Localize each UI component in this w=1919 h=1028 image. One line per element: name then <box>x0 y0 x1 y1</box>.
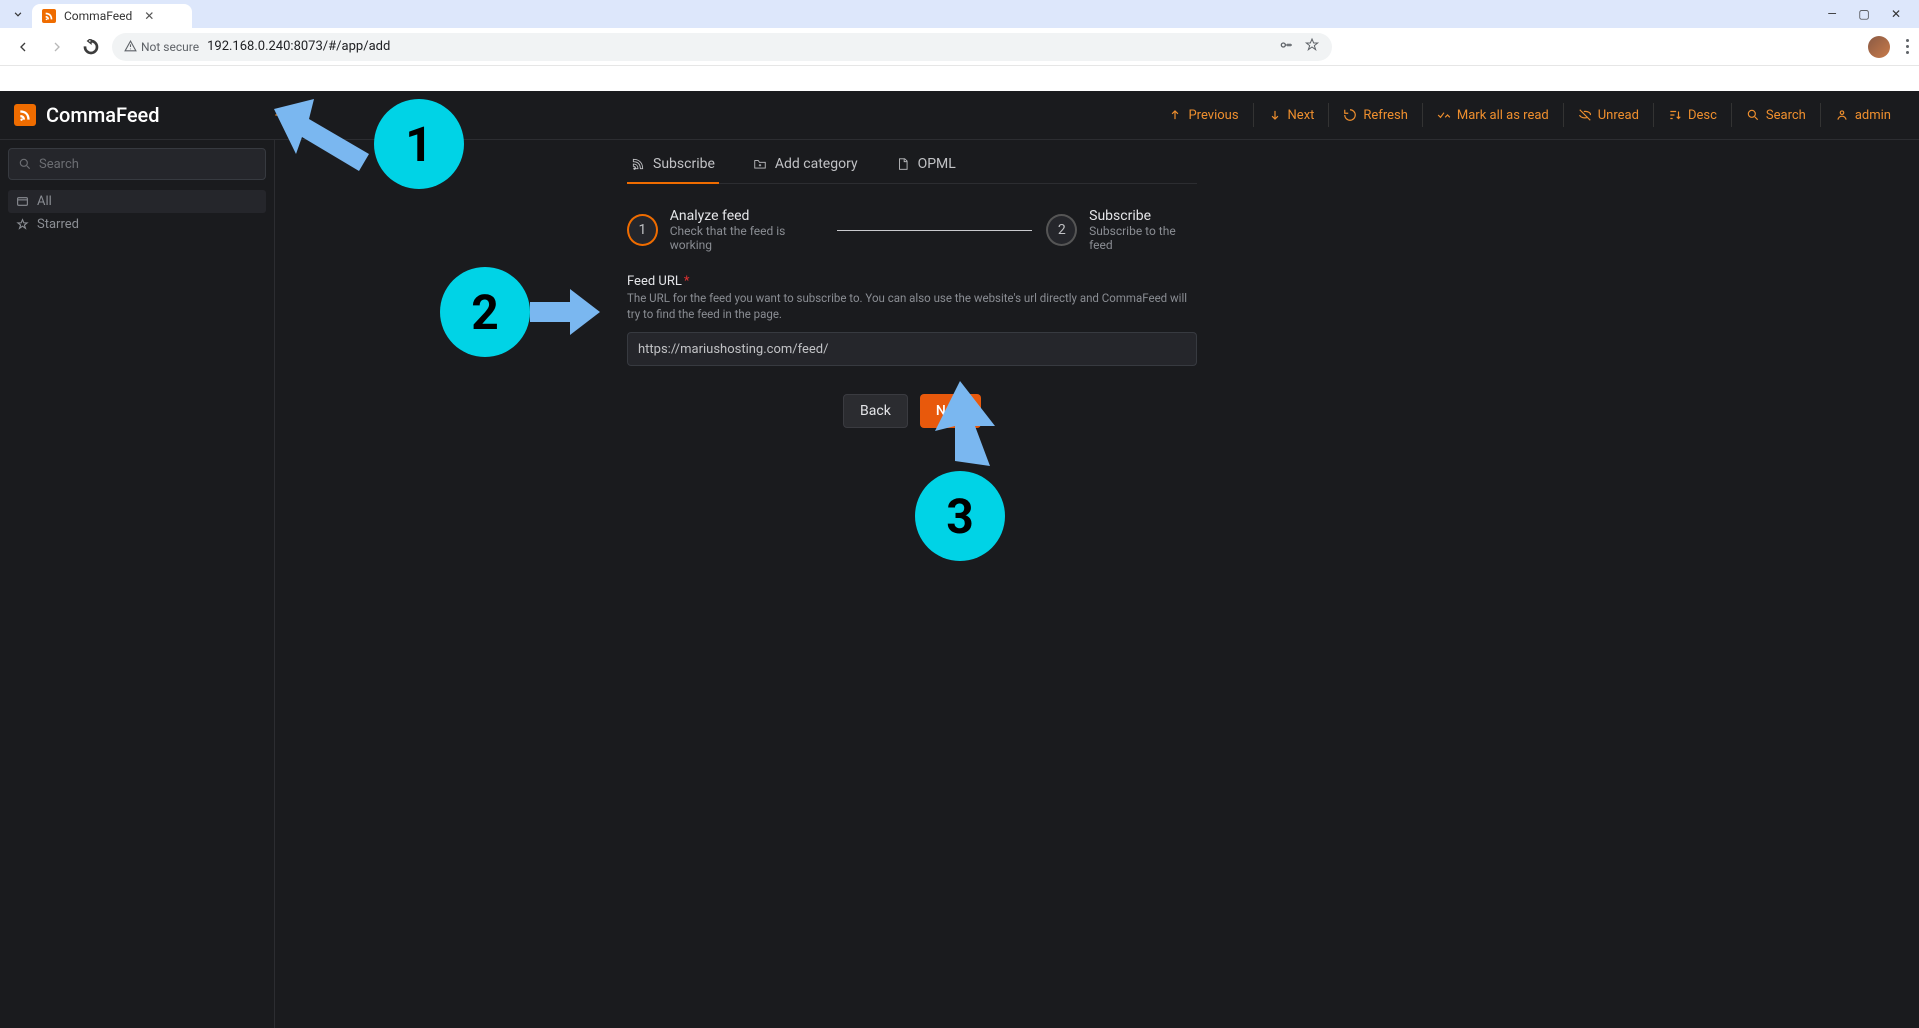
step-analyze: 1 Analyze feed Check that the feed is wo… <box>627 208 823 252</box>
step-2-number: 2 <box>1046 214 1077 246</box>
previous-button[interactable]: Previous <box>1154 103 1252 127</box>
unread-label: Unread <box>1598 108 1639 123</box>
tab-add-category-label: Add category <box>775 156 858 172</box>
step-1-number: 1 <box>627 214 658 246</box>
required-mark: * <box>684 274 690 289</box>
back-button[interactable]: Back <box>843 394 908 428</box>
step-subscribe: 2 Subscribe Subscribe to the feed <box>1046 208 1197 252</box>
content-tabs: Subscribe Add category OPML <box>627 140 1197 184</box>
tab-subscribe-label: Subscribe <box>653 156 715 172</box>
next-button[interactable]: Next <box>920 394 981 428</box>
mark-all-read-button[interactable]: Mark all as read <box>1422 103 1563 127</box>
next-button[interactable]: Next <box>1253 103 1329 127</box>
rss-favicon-icon <box>42 9 56 23</box>
file-icon <box>896 157 910 171</box>
bookmark-star-icon[interactable] <box>1304 37 1320 57</box>
sidebar-starred-label: Starred <box>37 217 79 232</box>
window-close-icon[interactable]: ✕ <box>1889 7 1903 21</box>
step-1-title: Analyze feed <box>670 208 824 224</box>
step-1-sub: Check that the feed is working <box>670 224 824 252</box>
sidebar-item-starred[interactable]: Starred <box>8 213 266 236</box>
user-label: admin <box>1855 108 1891 123</box>
step-connector <box>837 230 1032 231</box>
window-minimize-icon[interactable]: — <box>1825 7 1839 21</box>
feed-url-help: The URL for the feed you want to subscri… <box>627 291 1197 322</box>
sidebar-search-input[interactable] <box>8 148 266 180</box>
address-url: 192.168.0.240:8073/#/app/add <box>207 39 390 54</box>
star-icon <box>16 218 29 231</box>
app-brand[interactable]: CommaFeed <box>14 103 160 127</box>
subscribe-stepper: 1 Analyze feed Check that the feed is wo… <box>627 208 1197 252</box>
search-icon <box>18 157 32 171</box>
sidebar-all-label: All <box>37 194 52 209</box>
unread-button[interactable]: Unread <box>1563 103 1653 127</box>
refresh-label: Refresh <box>1363 108 1407 123</box>
add-button[interactable] <box>272 107 288 123</box>
desc-label: Desc <box>1688 108 1717 123</box>
password-key-icon[interactable] <box>1278 37 1294 57</box>
not-secure-label: Not secure <box>141 40 199 54</box>
header-search-button[interactable]: Search <box>1731 103 1820 127</box>
browser-tab[interactable]: CommaFeed ✕ <box>32 4 192 28</box>
feed-url-input[interactable] <box>627 332 1197 366</box>
not-secure-badge: Not secure <box>124 40 199 54</box>
address-bar[interactable]: Not secure 192.168.0.240:8073/#/app/add <box>112 33 1332 61</box>
browser-tab-strip: CommaFeed ✕ — ▢ ✕ <box>0 0 1919 28</box>
tab-opml[interactable]: OPML <box>892 144 960 183</box>
browser-menu-icon[interactable] <box>1906 39 1909 54</box>
refresh-button[interactable]: Refresh <box>1328 103 1421 127</box>
nav-back-button[interactable] <box>10 34 36 60</box>
rss-logo-icon <box>14 104 36 126</box>
sidebar-item-all[interactable]: All <box>8 190 266 213</box>
next-label: Next <box>1288 108 1315 123</box>
tab-subscribe[interactable]: Subscribe <box>627 144 719 183</box>
user-menu-button[interactable]: admin <box>1820 103 1905 127</box>
feed-url-label: Feed URL* <box>627 274 1197 289</box>
tab-list-chevron[interactable] <box>4 7 32 21</box>
previous-label: Previous <box>1188 108 1238 123</box>
step-2-title: Subscribe <box>1089 208 1197 224</box>
browser-toolbar: Not secure 192.168.0.240:8073/#/app/add <box>0 28 1919 66</box>
header-search-label: Search <box>1766 108 1806 123</box>
inbox-icon <box>16 195 29 208</box>
close-tab-icon[interactable]: ✕ <box>144 9 154 23</box>
profile-avatar-icon[interactable] <box>1868 36 1890 58</box>
nav-forward-button[interactable] <box>44 34 70 60</box>
browser-tab-title: CommaFeed <box>64 9 132 23</box>
window-maximize-icon[interactable]: ▢ <box>1857 7 1871 21</box>
rss-icon <box>631 157 645 171</box>
app-header: CommaFeed Previous Next Refresh Mark all… <box>0 91 1919 140</box>
sidebar: All Starred <box>0 140 275 1028</box>
folder-plus-icon <box>753 157 767 171</box>
tab-opml-label: OPML <box>918 156 956 172</box>
nav-reload-button[interactable] <box>78 34 104 60</box>
mark-all-read-label: Mark all as read <box>1457 108 1549 123</box>
subscribe-form: Feed URL* The URL for the feed you want … <box>627 274 1197 428</box>
sort-desc-button[interactable]: Desc <box>1653 103 1731 127</box>
step-2-sub: Subscribe to the feed <box>1089 224 1197 252</box>
app-name: CommaFeed <box>46 103 160 127</box>
tab-add-category[interactable]: Add category <box>749 144 862 183</box>
